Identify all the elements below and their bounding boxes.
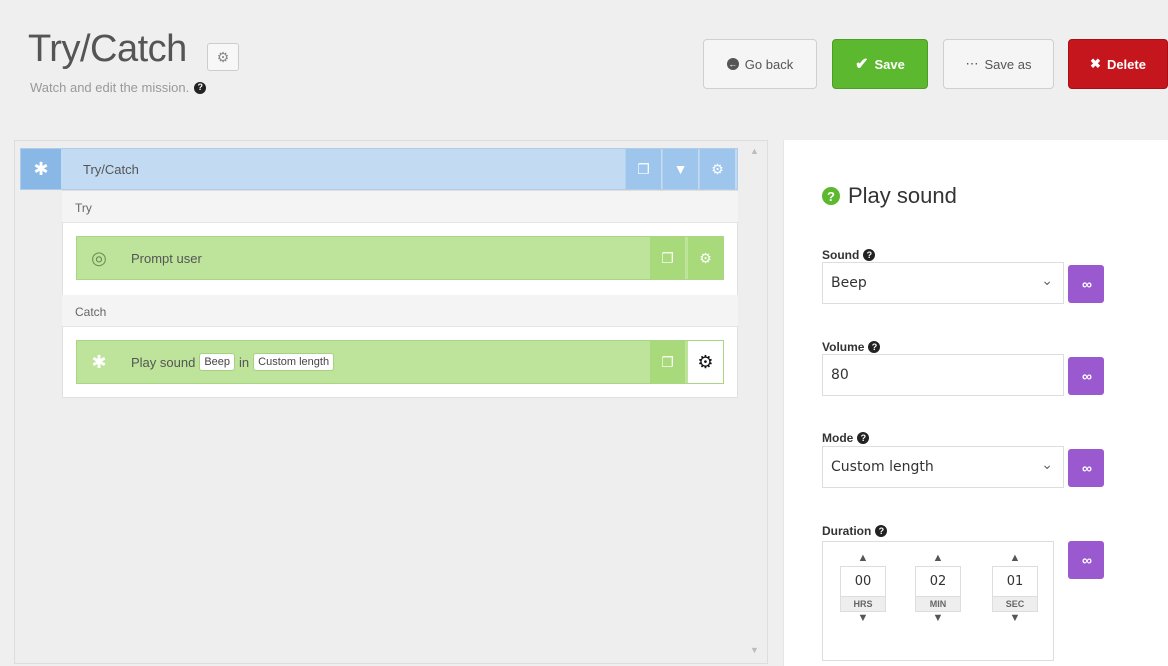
page-title: Try/Catch xyxy=(28,28,187,70)
hours-unit: HRS xyxy=(840,596,886,612)
delete-button[interactable]: ✖ Delete xyxy=(1068,39,1168,89)
go-back-button[interactable]: ← Go back xyxy=(703,39,817,89)
increment-hours-button[interactable]: ▲ xyxy=(840,552,886,566)
decrement-minutes-button[interactable]: ▼ xyxy=(915,612,961,626)
sound-pill[interactable]: Beep xyxy=(199,353,236,371)
volume-label-text: Volume xyxy=(822,340,865,354)
increment-seconds-button[interactable]: ▲ xyxy=(992,552,1038,566)
panel-title-text: Play sound xyxy=(848,183,957,208)
collapse-chevron-icon[interactable]: ▼ xyxy=(662,149,698,189)
question-icon[interactable]: ? xyxy=(822,187,840,205)
walking-person-icon: ✱ xyxy=(21,149,61,189)
chevron-down-icon: ⌄ xyxy=(1041,273,1053,289)
walking-person-icon: ✱ xyxy=(91,351,107,372)
go-back-label: Go back xyxy=(744,56,794,72)
sound-value: Beep xyxy=(831,275,867,291)
question-icon[interactable]: ? xyxy=(194,81,207,94)
volume-input[interactable]: 80 xyxy=(822,354,1064,396)
save-as-label: Save as xyxy=(984,56,1032,72)
sound-label: Sound ? xyxy=(822,248,876,262)
save-button[interactable]: ✔ Save xyxy=(832,39,928,89)
panel-title: ? Play sound xyxy=(822,183,957,209)
prompt-user-action[interactable]: ◎ Prompt user ❐ ⚙ xyxy=(76,236,724,280)
question-icon[interactable]: ? xyxy=(857,432,870,444)
close-icon: ✖ xyxy=(1090,56,1101,71)
seconds-unit: SEC xyxy=(992,596,1038,612)
gear-icon[interactable]: ⚙ xyxy=(699,149,735,189)
hours-spinner: ▲ 00 HRS ▼ xyxy=(840,552,886,626)
sound-select[interactable]: Beep ⌄ xyxy=(822,262,1064,304)
mode-pill[interactable]: Custom length xyxy=(253,353,335,371)
save-as-button[interactable]: ⋯ Save as xyxy=(943,39,1054,89)
duration-label-text: Duration xyxy=(822,524,872,538)
seconds-spinner: ▲ 01 SEC ▼ xyxy=(992,552,1038,626)
action-label: Play sound Beep in Custom length xyxy=(131,353,335,371)
copy-icon[interactable]: ❐ xyxy=(649,237,685,279)
question-icon[interactable]: ? xyxy=(875,525,888,537)
question-icon[interactable]: ? xyxy=(863,249,876,261)
page-subtitle: Watch and edit the mission. ? xyxy=(30,80,207,95)
save-label: Save xyxy=(874,56,905,72)
back-arrow-icon: ← xyxy=(726,58,739,70)
action-label: Prompt user xyxy=(131,250,202,266)
play-sound-action[interactable]: ✱ Play sound Beep in Custom length ❐ ⚙ xyxy=(76,340,724,384)
block-title: Try/Catch xyxy=(83,162,139,177)
mode-select[interactable]: Custom length ⌄ xyxy=(822,446,1064,488)
variable-icon[interactable]: ∞ xyxy=(1068,541,1104,579)
increment-minutes-button[interactable]: ▲ xyxy=(915,552,961,566)
minutes-spinner: ▲ 02 MIN ▼ xyxy=(915,552,961,626)
mode-label-text: Mode xyxy=(822,431,854,445)
seconds-value[interactable]: 01 xyxy=(992,566,1038,596)
gear-icon[interactable]: ⚙ xyxy=(207,43,239,71)
mode-value: Custom length xyxy=(831,459,934,475)
decrement-seconds-button[interactable]: ▼ xyxy=(992,612,1038,626)
scroll-up-arrow[interactable]: ▲ xyxy=(750,146,759,156)
variable-icon[interactable]: ∞ xyxy=(1068,265,1104,303)
catch-section-label: Catch xyxy=(62,295,738,327)
target-icon: ◎ xyxy=(91,247,107,268)
ellipsis-icon: ⋯ xyxy=(965,56,979,71)
try-catch-block-header[interactable]: ✱ Try/Catch ❐ ▼ ⚙ xyxy=(20,148,738,190)
sound-label-text: Sound xyxy=(822,248,860,262)
minutes-value[interactable]: 02 xyxy=(915,566,961,596)
delete-label: Delete xyxy=(1106,56,1146,72)
duration-label: Duration ? xyxy=(822,524,888,538)
variable-icon[interactable]: ∞ xyxy=(1068,449,1104,487)
copy-icon[interactable]: ❐ xyxy=(625,149,661,189)
gear-icon[interactable]: ⚙ xyxy=(687,341,723,383)
mode-label: Mode ? xyxy=(822,431,870,445)
scroll-down-arrow[interactable]: ▼ xyxy=(750,645,759,655)
gear-icon[interactable]: ⚙ xyxy=(687,237,723,279)
volume-value: 80 xyxy=(831,367,849,383)
try-section-label: Try xyxy=(62,191,738,223)
hours-value[interactable]: 00 xyxy=(840,566,886,596)
minutes-unit: MIN xyxy=(915,596,961,612)
decrement-hours-button[interactable]: ▼ xyxy=(840,612,886,626)
variable-icon[interactable]: ∞ xyxy=(1068,357,1104,395)
action-name: Play sound xyxy=(131,354,196,370)
question-icon[interactable]: ? xyxy=(868,341,881,353)
chevron-down-icon: ⌄ xyxy=(1041,457,1053,473)
checkmark-icon: ✔ xyxy=(855,56,869,73)
volume-label: Volume ? xyxy=(822,340,881,354)
joiner-text: in xyxy=(239,354,250,370)
subtitle-text: Watch and edit the mission. xyxy=(30,80,190,95)
copy-icon[interactable]: ❐ xyxy=(649,341,685,383)
